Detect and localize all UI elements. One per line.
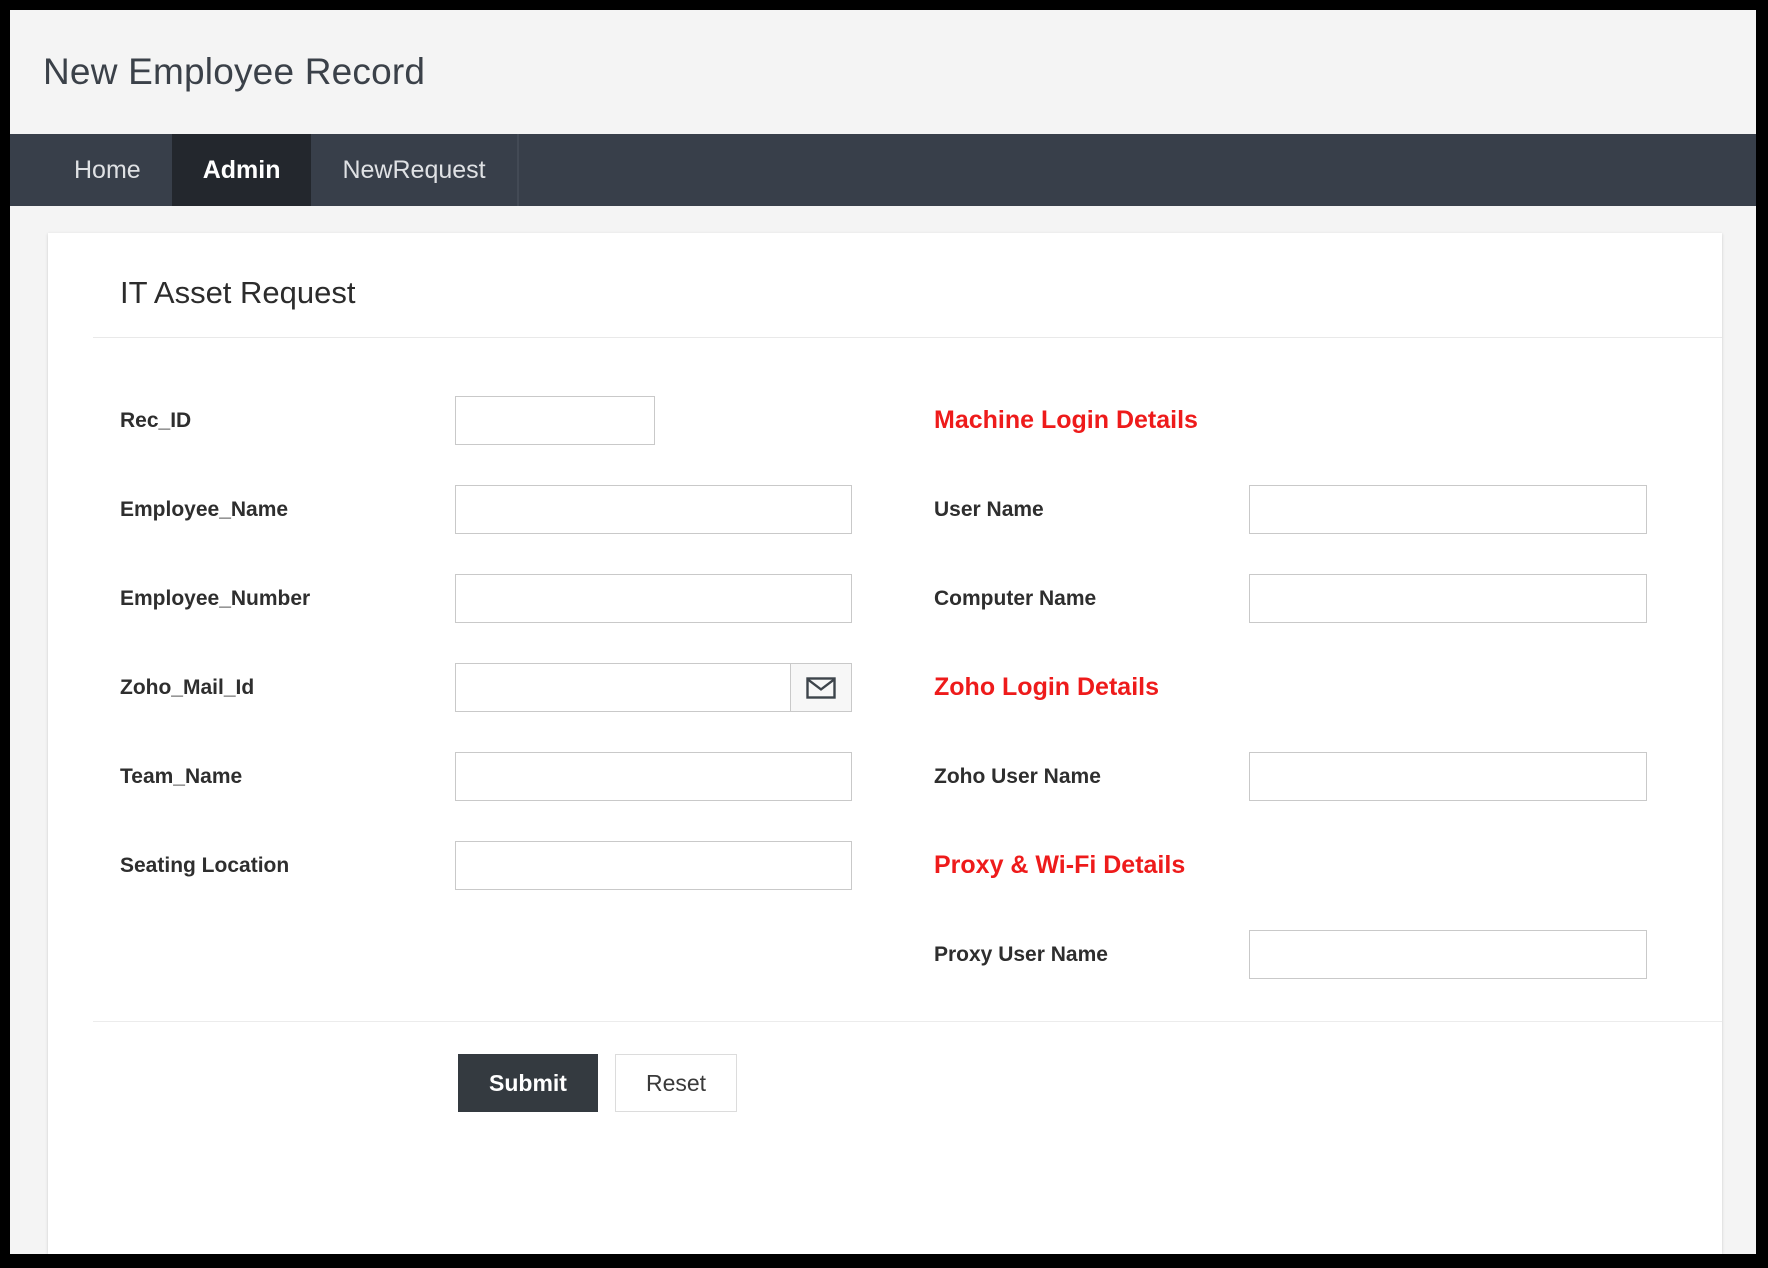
reset-button[interactable]: Reset	[614, 1054, 738, 1112]
nav-empty-area	[519, 134, 1756, 206]
nav-item-admin[interactable]: Admin	[171, 134, 312, 206]
section-heading-machine-login: Machine Login Details	[934, 406, 1198, 434]
input-employee-number[interactable]	[455, 574, 852, 623]
screenshot-frame: New Employee Record Home Admin NewReques…	[0, 0, 1768, 1268]
label-employee-number: Employee_Number	[120, 586, 311, 610]
field-row-seating-location: Seating Location	[120, 821, 898, 910]
field-row-user-name: User Name	[934, 465, 1722, 554]
label-rec-id: Rec_ID	[120, 408, 192, 432]
form-body: Rec_ID Employee_Name Employee_Number Zoh…	[48, 338, 1722, 999]
field-row-employee-number: Employee_Number	[120, 554, 898, 643]
input-seating-location[interactable]	[455, 841, 852, 890]
card-header: IT Asset Request	[48, 233, 1722, 337]
section-heading-zoho-login: Zoho Login Details	[934, 673, 1159, 701]
label-zoho-mail-id: Zoho_Mail_Id	[120, 675, 255, 699]
label-user-name: User Name	[934, 497, 1044, 521]
field-row-employee-name: Employee_Name	[120, 465, 898, 554]
page-title: New Employee Record	[43, 51, 426, 92]
input-group-zoho-mail-id	[455, 663, 852, 712]
form-actions: Submit Reset	[48, 1022, 1722, 1112]
card-title: IT Asset Request	[120, 275, 356, 310]
form-column-left: Rec_ID Employee_Name Employee_Number Zoh…	[48, 376, 898, 999]
input-zoho-user-name[interactable]	[1249, 752, 1647, 801]
input-proxy-user-name[interactable]	[1249, 930, 1647, 979]
input-zoho-mail-id[interactable]	[455, 663, 790, 712]
field-row-team-name: Team_Name	[120, 732, 898, 821]
input-team-name[interactable]	[455, 752, 852, 801]
submit-button[interactable]: Submit	[458, 1054, 598, 1112]
label-team-name: Team_Name	[120, 764, 243, 788]
field-row-computer-name: Computer Name	[934, 554, 1722, 643]
field-row-rec-id: Rec_ID	[120, 376, 898, 465]
field-row-zoho-mail-id: Zoho_Mail_Id	[120, 643, 898, 732]
label-zoho-user-name: Zoho User Name	[934, 764, 1101, 788]
label-employee-name: Employee_Name	[120, 497, 289, 521]
envelope-icon-button[interactable]	[790, 663, 852, 712]
page-body: IT Asset Request Rec_ID Employee_Name Em…	[10, 206, 1756, 1254]
input-rec-id[interactable]	[455, 396, 655, 445]
nav-left-spacer	[10, 134, 43, 206]
main-navigation: Home Admin NewRequest	[10, 134, 1756, 206]
label-proxy-user-name: Proxy User Name	[934, 942, 1108, 966]
form-card: IT Asset Request Rec_ID Employee_Name Em…	[48, 233, 1722, 1254]
field-row-proxy-user-name: Proxy User Name	[934, 910, 1722, 999]
nav-item-home[interactable]: Home	[43, 134, 172, 206]
input-user-name[interactable]	[1249, 485, 1647, 534]
form-column-right: Machine Login Details User Name Computer…	[898, 376, 1722, 999]
app-window: New Employee Record Home Admin NewReques…	[10, 10, 1756, 1254]
label-computer-name: Computer Name	[934, 586, 1097, 610]
page-header: New Employee Record	[10, 10, 1756, 134]
nav-item-newrequest[interactable]: NewRequest	[311, 134, 516, 206]
input-employee-name[interactable]	[455, 485, 852, 534]
section-heading-proxy-wifi: Proxy & Wi-Fi Details	[934, 851, 1186, 879]
envelope-icon	[806, 676, 836, 700]
field-row-zoho-user-name: Zoho User Name	[934, 732, 1722, 821]
input-computer-name[interactable]	[1249, 574, 1647, 623]
label-seating-location: Seating Location	[120, 853, 290, 877]
